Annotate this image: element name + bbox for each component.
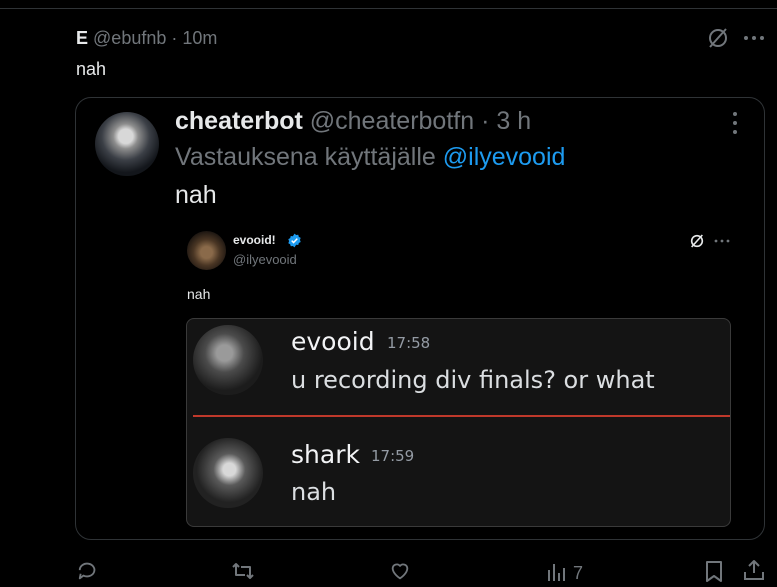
chat-message-2: nah (291, 478, 337, 506)
post-time[interactable]: 10m (182, 28, 217, 48)
more-horizontal-icon[interactable] (714, 234, 730, 248)
top-divider (0, 8, 777, 9)
views-count[interactable]: 7 (573, 563, 583, 584)
embedded-display-name[interactable]: evooid! (233, 233, 276, 247)
quoted-post-header: cheaterbot @cheaterbotfn · 3 h (175, 107, 531, 136)
quoted-handle[interactable]: @cheaterbotfn (310, 107, 474, 135)
reply-icon[interactable] (77, 560, 99, 582)
bookmark-icon[interactable] (704, 560, 724, 582)
views-icon[interactable] (547, 562, 567, 582)
chat-avatar-2 (193, 438, 263, 508)
verified-badge-icon (287, 233, 302, 248)
post-header: E @ebufnb · 10m (76, 28, 217, 49)
heart-icon[interactable] (389, 560, 411, 582)
share-icon[interactable] (743, 559, 765, 581)
embedded-avatar[interactable] (187, 231, 226, 270)
embedded-post-text: nah (187, 286, 211, 302)
grok-icon[interactable] (706, 26, 730, 50)
repost-icon[interactable] (231, 560, 255, 582)
reply-context: Vastauksena käyttäjälle @ilyevooid (175, 143, 565, 172)
reply-mention-link[interactable]: @ilyevooid (443, 143, 566, 171)
chat-time-2: 17:59 (371, 447, 415, 465)
chat-time-1: 17:58 (387, 334, 431, 352)
more-vertical-icon[interactable] (725, 110, 745, 136)
chat-new-messages-divider (193, 415, 730, 417)
chat-avatar-1 (193, 325, 263, 395)
chat-author-2: shark (291, 440, 360, 469)
post-text: nah (76, 59, 107, 79)
more-horizontal-icon[interactable] (743, 28, 765, 48)
quoted-time[interactable]: 3 h (496, 107, 531, 135)
quoted-dot-separator: · (481, 107, 490, 135)
chat-message-1: u recording div finals? or what (291, 366, 655, 394)
avatar[interactable] (95, 112, 159, 176)
post-handle[interactable]: @ebufnb (93, 28, 166, 48)
quoted-display-name[interactable]: cheaterbot (175, 107, 303, 135)
quoted-post-text: nah (175, 181, 217, 209)
reply-prefix: Vastauksena käyttäjälle (175, 143, 436, 171)
chat-author-1: evooid (291, 327, 375, 356)
post-dot-separator: · (171, 28, 178, 48)
grok-icon[interactable] (689, 233, 705, 249)
post-display-name[interactable]: E (76, 28, 88, 48)
chat-screenshot-image[interactable] (186, 318, 731, 527)
embedded-handle[interactable]: @ilyevooid (233, 252, 297, 267)
